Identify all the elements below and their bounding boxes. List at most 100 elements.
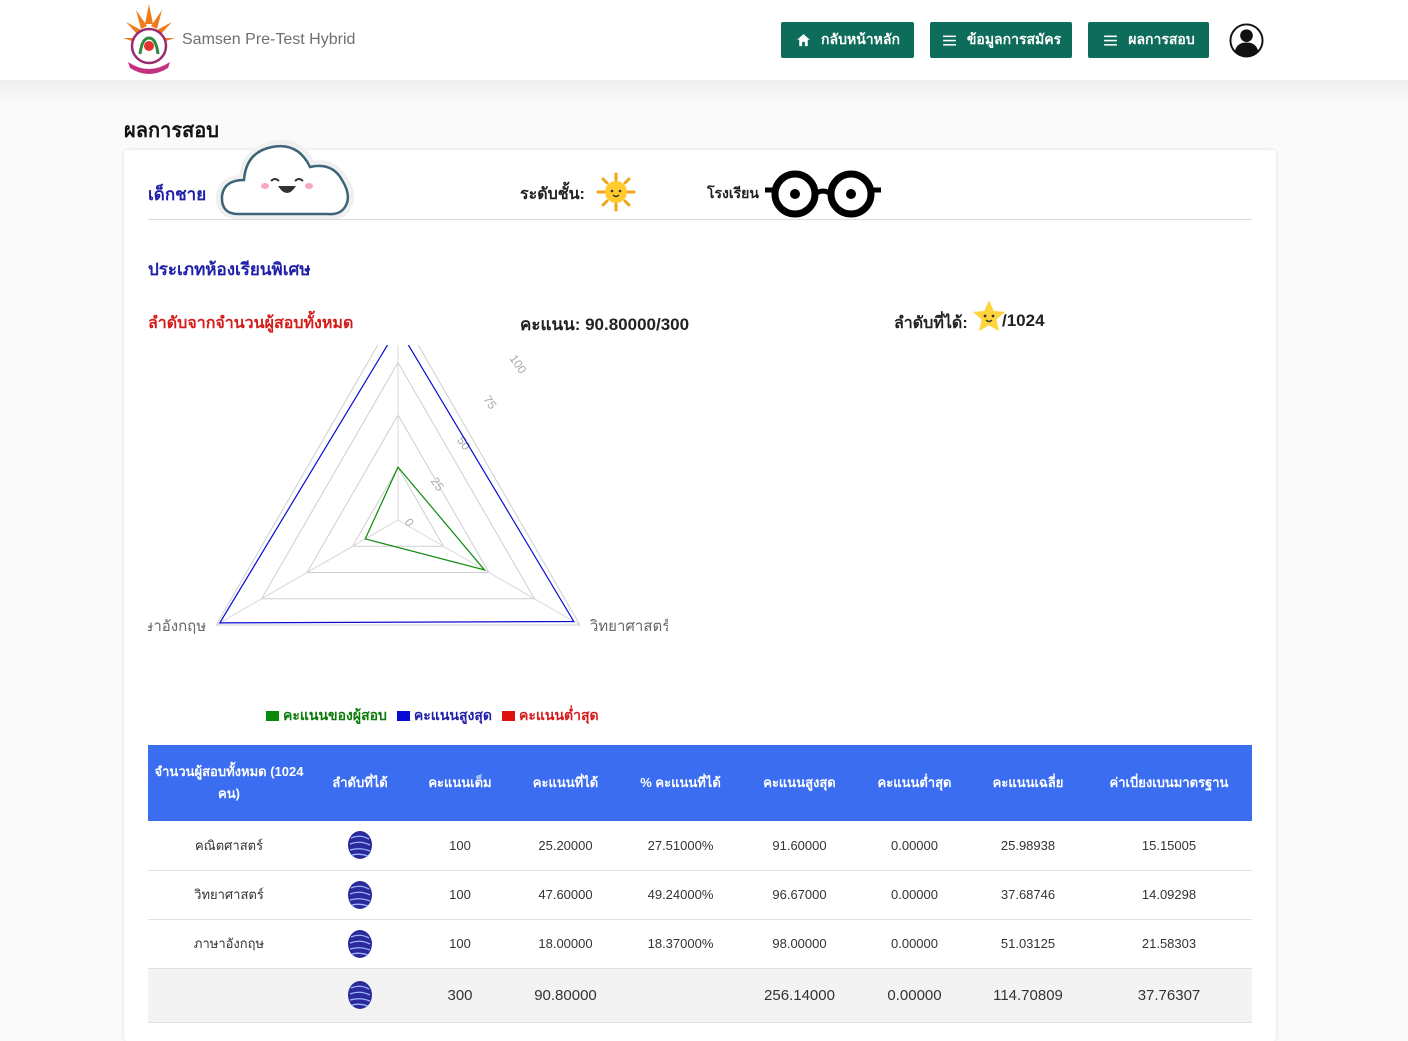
info-divider (148, 219, 1252, 220)
full-score-cell: 100 (410, 821, 510, 871)
rank-scribble-icon (348, 880, 372, 909)
legend-item-min[interactable]: คะแนนต่ำสุด (501, 705, 599, 727)
student-prefix: เด็กชาย (148, 185, 207, 204)
radar-tick-label: 0 (402, 516, 417, 530)
mean-cell: 51.03125 (970, 919, 1086, 969)
legend-label: คะแนนสูงสุด (413, 707, 492, 723)
sd-cell: 21.58303 (1086, 919, 1252, 969)
full-score-cell: 100 (410, 870, 510, 920)
home-button-label: กลับหน้าหลัก (821, 31, 900, 47)
navbar: Samsen Pre-Test Hybrid กลับหน้าหลัก ข้อม… (0, 0, 1408, 80)
table-row: คณิตศาสตร์ 100 25.20000 27.51000% 91.600… (148, 821, 1252, 871)
rank-cell (310, 968, 410, 1023)
header-full-score: คะแนนเต็ม (410, 745, 510, 821)
header-sd: ค่าเบี่ยงเบนมาตรฐาน (1086, 745, 1252, 821)
subject-cell: คณิตศาสตร์ (148, 821, 310, 871)
rank-cell (310, 919, 410, 969)
header-mean: คะแนนเฉลี่ย (970, 745, 1086, 821)
navbar-shadow (0, 80, 1408, 102)
grade-label: ระดับชั้น: (520, 186, 585, 203)
radar-tick-label: 100 (507, 352, 530, 377)
rank-cell (310, 870, 410, 920)
star-sticker-icon (968, 296, 1010, 335)
table-row: ภาษาอังกฤษ 100 18.00000 18.37000% 98.000… (148, 919, 1252, 969)
legend-label: คะแนนของผู้สอบ (283, 707, 387, 723)
percent-cell: 49.24000% (621, 870, 740, 920)
score-table: จำนวนผู้สอบทั้งหมด (1024 คน) ลำดับที่ได้… (148, 745, 1252, 1023)
home-icon (797, 33, 810, 46)
header-max: คะแนนสูงสุด (740, 745, 859, 821)
radar-series-polygon (218, 345, 575, 624)
mean-cell: 37.68746 (970, 870, 1086, 920)
exam-results-label: ผลการสอบ (1128, 31, 1195, 47)
table-row: วิทยาศาสตร์ 100 47.60000 49.24000% 96.67… (148, 870, 1252, 920)
radar-series-polygon (364, 465, 487, 572)
total-full-score-cell: 300 (410, 968, 510, 1023)
application-info-label: ข้อมูลการสมัคร (966, 31, 1062, 47)
min-cell: 0.00000 (859, 821, 970, 871)
table-header-row: จำนวนผู้สอบทั้งหมด (1024 คน) ลำดับที่ได้… (148, 745, 1252, 821)
score-cell: 25.20000 (510, 821, 621, 871)
sun-sticker-icon (596, 172, 636, 212)
header-min: คะแนนต่ำสุด (859, 745, 970, 821)
score-total: คะแนน: 90.80000/300 (520, 315, 690, 334)
max-cell: 96.67000 (740, 870, 859, 920)
application-info-button[interactable]: ข้อมูลการสมัคร (930, 22, 1072, 58)
page-title: ผลการสอบ (124, 120, 219, 142)
total-score-cell: 90.80000 (510, 968, 621, 1023)
rank-scribble-icon (348, 831, 372, 860)
home-button[interactable]: กลับหน้าหลัก (781, 22, 914, 58)
menu-icon (942, 35, 956, 46)
total-sd-cell: 37.76307 (1086, 968, 1252, 1023)
school-logo[interactable] (122, 2, 176, 76)
min-cell: 0.00000 (859, 919, 970, 969)
legend-item-max[interactable]: คะแนนสูงสุด (396, 705, 492, 727)
sd-cell: 14.09298 (1086, 870, 1252, 920)
mean-cell: 25.98938 (970, 821, 1086, 871)
max-cell: 91.60000 (740, 821, 859, 871)
school-label: โรงเรียน (707, 185, 759, 201)
rank-heading: ลำดับจากจำนวนผู้สอบทั้งหมด (148, 315, 354, 332)
legend-label: คะแนนต่ำสุด (518, 707, 599, 723)
full-score-cell: 100 (410, 919, 510, 969)
chart-legend: คะแนนของผู้สอบ คะแนนสูงสุด คะแนนต่ำสุด (266, 705, 599, 727)
header-score: คะแนนที่ได้ (510, 745, 621, 821)
subject-cell: วิทยาศาสตร์ (148, 870, 310, 920)
percent-cell: 18.37000% (621, 919, 740, 969)
radar-tick-label: 25 (428, 475, 447, 494)
rank-scribble-icon (348, 929, 372, 958)
legend-swatch (396, 711, 410, 721)
rank-label: ลำดับที่ได้: (894, 315, 968, 332)
total-percent-cell (621, 968, 740, 1023)
legend-swatch (266, 711, 279, 721)
max-cell: 98.00000 (740, 919, 859, 969)
legend-swatch (501, 711, 515, 721)
subject-cell: ภาษาอังกฤษ (148, 919, 310, 969)
radar-axis-label: วิทยาศาสตร์ (589, 618, 668, 635)
header-examinees: จำนวนผู้สอบทั้งหมด (1024 คน) (148, 745, 310, 821)
radar-tick-label: 75 (480, 393, 499, 412)
sd-cell: 15.15005 (1086, 821, 1252, 871)
total-mean-cell: 114.70809 (970, 968, 1086, 1023)
total-label-cell (148, 968, 310, 1023)
header-rank: ลำดับที่ได้ (310, 745, 410, 821)
glasses-sticker-icon (765, 168, 881, 220)
brand-name[interactable]: Samsen Pre-Test Hybrid (182, 31, 355, 49)
score-cell: 47.60000 (510, 870, 621, 920)
rank-cell (310, 821, 410, 871)
room-type: ประเภทห้องเรียนพิเศษ (148, 260, 311, 279)
exam-results-button[interactable]: ผลการสอบ (1088, 22, 1209, 58)
legend-item-student[interactable]: คะแนนของผู้สอบ (266, 705, 387, 727)
percent-cell: 27.51000% (621, 821, 740, 871)
menu-icon (1104, 35, 1118, 46)
cloud-sticker-icon (216, 140, 355, 220)
min-cell: 0.00000 (859, 870, 970, 920)
radar-axis-label: ภาษาอังกฤษ (148, 618, 206, 635)
user-avatar-icon[interactable] (1229, 23, 1264, 58)
total-min-cell: 0.00000 (859, 968, 970, 1023)
radar-chart: 0255075100คณิตศาสตร์วิทยาศาสตร์ภาษาอังกฤ… (148, 345, 668, 635)
header-percent: % คะแนนที่ได้ (621, 745, 740, 821)
total-max-cell: 256.14000 (740, 968, 859, 1023)
rank-scribble-icon (348, 981, 372, 1009)
score-cell: 18.00000 (510, 919, 621, 969)
